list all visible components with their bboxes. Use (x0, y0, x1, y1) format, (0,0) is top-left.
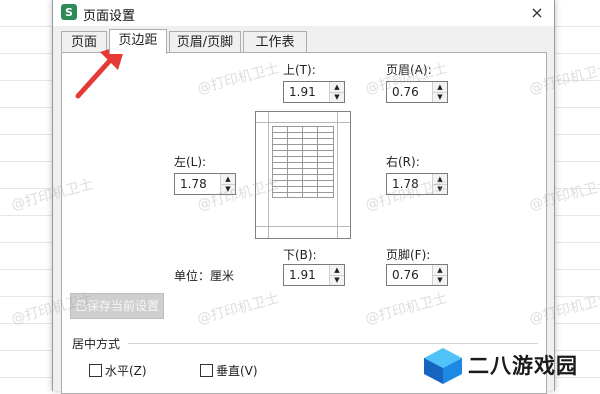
tab-header-footer[interactable]: 页眉/页脚 (169, 31, 241, 53)
header-margin-spinner[interactable]: 0.76 ▲ ▼ (386, 81, 448, 103)
footer-margin-label: 页脚(F): (386, 248, 431, 262)
center-section-title: 居中方式 (72, 337, 121, 351)
margins-panel: 上(T): 1.91 ▲ ▼ 页眉(A): 0.76 ▲ ▼ 左(L): 1.78 … (61, 52, 547, 394)
top-margin-label: 上(T): (283, 63, 316, 77)
top-margin-value: 1.91 (289, 85, 316, 99)
close-button[interactable]: × (526, 2, 548, 24)
brand-cube-icon (424, 348, 462, 384)
vertical-checkbox[interactable] (200, 364, 213, 377)
brand-logo-text: 二八游戏园 (468, 354, 578, 378)
bottom-margin-label: 下(B): (283, 248, 317, 262)
brand-logo: 二八游戏园 (418, 344, 598, 388)
footer-margin-spinner[interactable]: 0.76 ▲ ▼ (386, 264, 448, 286)
tab-margins[interactable]: 页边距 (109, 29, 167, 54)
app-icon: S (61, 4, 77, 20)
page-preview (255, 111, 351, 239)
preview-guide (256, 122, 350, 123)
spreadsheet-row-header (0, 0, 53, 391)
left-margin-value: 1.78 (180, 177, 207, 191)
dialog-title: 页面设置 (83, 9, 136, 24)
preview-guide (268, 112, 269, 238)
right-margin-label: 右(R): (386, 155, 420, 169)
spin-down-icon[interactable]: ▼ (330, 92, 344, 102)
spin-down-icon[interactable]: ▼ (433, 275, 447, 285)
footer-margin-value: 0.76 (392, 268, 419, 282)
top-margin-spinner[interactable]: 1.91 ▲ ▼ (283, 81, 345, 103)
dialog-titlebar[interactable]: S 页面设置 × (53, 0, 554, 26)
horizontal-checkbox[interactable] (89, 364, 102, 377)
spin-down-icon[interactable]: ▼ (433, 92, 447, 102)
right-margin-spinner[interactable]: 1.78 ▲ ▼ (386, 173, 448, 195)
header-margin-value: 0.76 (392, 85, 419, 99)
preview-guide (256, 226, 350, 227)
saved-settings-button[interactable]: 已保存当前设置 (70, 293, 164, 319)
spin-down-icon[interactable]: ▼ (433, 184, 447, 194)
unit-label: 单位：厘米 (174, 269, 235, 283)
bottom-margin-value: 1.91 (289, 268, 316, 282)
spin-down-icon[interactable]: ▼ (330, 275, 344, 285)
preview-table-icon (272, 126, 334, 198)
vertical-checkbox-label[interactable]: 垂直(V) (216, 362, 258, 379)
horizontal-checkbox-label[interactable]: 水平(Z) (105, 362, 147, 379)
preview-guide (337, 112, 338, 238)
right-margin-value: 1.78 (392, 177, 419, 191)
bottom-margin-spinner[interactable]: 1.91 ▲ ▼ (283, 264, 345, 286)
tab-sheet[interactable]: 工作表 (243, 31, 307, 53)
left-margin-label: 左(L): (174, 155, 207, 169)
header-margin-label: 页眉(A): (386, 63, 432, 77)
spin-down-icon[interactable]: ▼ (221, 184, 235, 194)
left-margin-spinner[interactable]: 1.78 ▲ ▼ (174, 173, 236, 195)
